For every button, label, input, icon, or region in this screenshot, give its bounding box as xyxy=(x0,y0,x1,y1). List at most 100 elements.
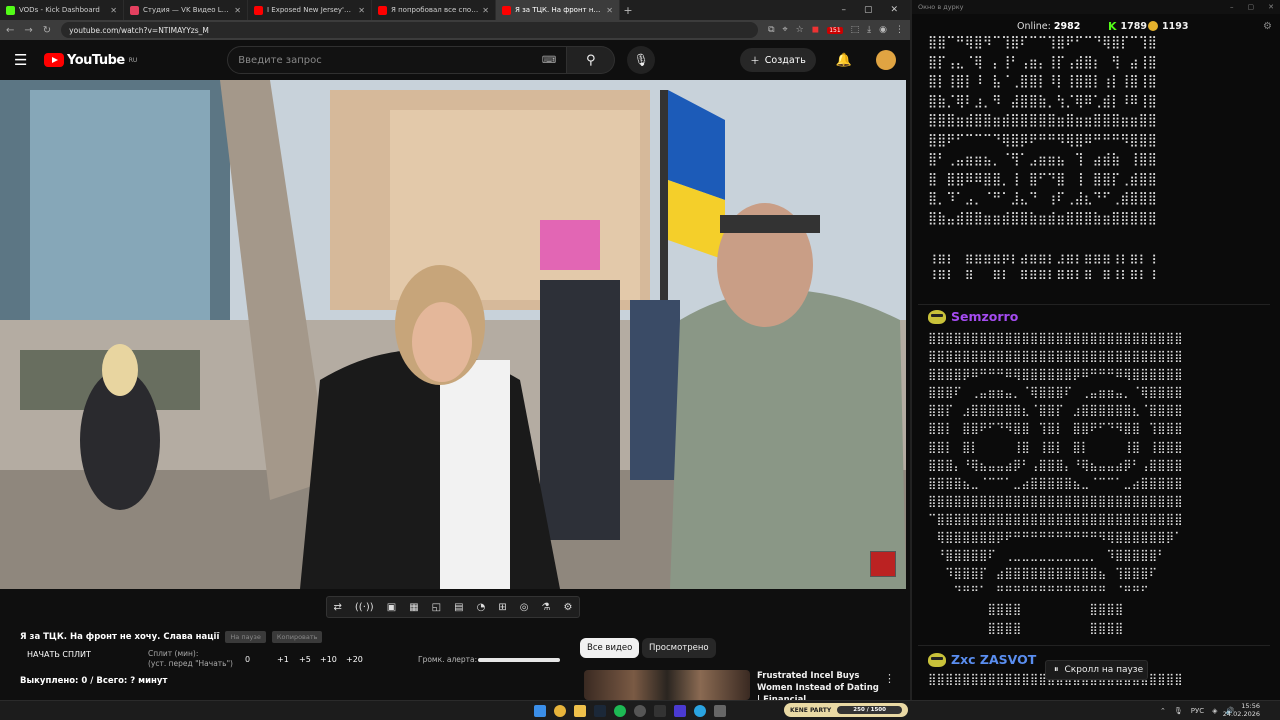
extension-badge[interactable]: 151 xyxy=(827,26,843,34)
address-bar: ← → ↻ youtube.com/watch?v=NTIMAYYzs_M ⧉ … xyxy=(0,20,910,40)
translate-icon[interactable]: ⌖ xyxy=(783,25,788,35)
tab-favicon xyxy=(502,5,511,15)
chat-username[interactable]: Semzorro xyxy=(951,309,1018,324)
create-button[interactable]: ＋ Создать xyxy=(740,48,816,72)
voice-search-button[interactable]: 🎙 xyxy=(627,46,656,74)
picture-in-picture-icon[interactable]: ◱ xyxy=(432,602,441,613)
recommendation-thumbnail[interactable] xyxy=(584,670,750,700)
spotify-icon[interactable] xyxy=(614,704,626,717)
steam-icon[interactable] xyxy=(594,704,606,717)
video-player[interactable] xyxy=(0,80,906,589)
chat-window-controls: – ▢ ✕ xyxy=(1230,3,1274,11)
close-icon[interactable]: ✕ xyxy=(606,6,613,15)
avatar[interactable] xyxy=(876,50,896,70)
tab-favicon xyxy=(254,5,263,15)
coin-icon xyxy=(1148,21,1158,31)
keyboard-icon[interactable]: ⌨ xyxy=(542,55,556,66)
user-badge-icon xyxy=(928,309,946,324)
subtitles-icon[interactable]: ▤ xyxy=(454,602,463,613)
tab-favicon xyxy=(130,5,139,15)
close-window-button[interactable]: ✕ xyxy=(890,5,898,15)
close-icon[interactable]: ✕ xyxy=(482,6,489,15)
close-icon[interactable]: ✕ xyxy=(358,6,365,15)
cast-icon[interactable]: ⧉ xyxy=(768,25,774,35)
filter-all-videos[interactable]: Все видео xyxy=(580,638,640,658)
add-20-button[interactable]: +20 xyxy=(346,655,363,664)
menu-kebab-icon[interactable]: ⋮ xyxy=(895,25,904,35)
settings-icon[interactable]: ⚙ xyxy=(1263,21,1272,32)
download-icon[interactable]: ⤓ xyxy=(867,25,871,35)
notifications-bell-icon[interactable]: 🔔 xyxy=(836,53,852,68)
browser-window: VODs - Kick Dashboard ✕ Студия — VK Видео… xyxy=(0,0,910,705)
desktop: VODs - Kick Dashboard ✕ Студия — VK Видео… xyxy=(0,0,1280,720)
start-icon[interactable] xyxy=(534,704,546,717)
close-window-button[interactable]: ✕ xyxy=(1268,3,1274,11)
chat-message-header: Semzorro xyxy=(928,309,1276,324)
network-icon[interactable]: ◈ xyxy=(1212,707,1217,715)
add-5-button[interactable]: +5 xyxy=(299,655,311,664)
browser-tab[interactable]: I Exposed New Jersey's Jewish✕ xyxy=(248,0,372,20)
maximize-button[interactable]: ▢ xyxy=(1248,3,1255,11)
minimize-button[interactable]: – xyxy=(1230,3,1234,11)
gear-icon[interactable]: ⚙ xyxy=(563,602,572,613)
reload-icon[interactable]: ↻ xyxy=(43,25,51,36)
add-1-button[interactable]: +1 xyxy=(277,655,289,664)
minimize-button[interactable]: – xyxy=(841,5,846,15)
search-button[interactable]: ⚲ xyxy=(567,46,616,74)
chrome-icon[interactable] xyxy=(554,704,566,717)
search-bar: Введите запрос ⌨ ⚲ 🎙 xyxy=(227,46,656,74)
forward-icon[interactable]: → xyxy=(24,25,32,36)
add-10-button[interactable]: +10 xyxy=(320,655,337,664)
camera-icon[interactable]: ◎ xyxy=(520,602,529,613)
hamburger-menu-icon[interactable]: ☰ xyxy=(14,51,34,69)
url-text: youtube.com/watch?v=NTIMAYYzs_M xyxy=(69,25,209,35)
media-icon[interactable] xyxy=(674,704,686,717)
obs-icon[interactable] xyxy=(634,704,646,717)
search-input[interactable]: Введите запрос ⌨ xyxy=(227,46,568,74)
browser-tab-active[interactable]: Я за ТЦК. На фронт не хочу. С✕ xyxy=(496,0,620,20)
youtube-logo[interactable]: YouTube RU xyxy=(44,53,137,68)
language-indicator[interactable]: РУС xyxy=(1191,707,1204,715)
chat-message: Semzorro ⣿⣿⣿⣿⣿⣿⣿⣿⣿⣿⣿⣿⣿⣿⣿⣿⣿⣿⣿⣿⣿⣿⣿⣿⣿⣿⣿⣿⣿⣿ … xyxy=(928,309,1276,637)
start-split-button[interactable]: НАЧАТЬ СПЛИТ xyxy=(27,650,91,659)
alert-volume-slider[interactable] xyxy=(478,658,560,662)
chevron-up-icon[interactable]: ⌃ xyxy=(1160,707,1166,715)
browser-tab[interactable]: VODs - Kick Dashboard ✕ xyxy=(0,0,124,20)
url-field[interactable]: youtube.com/watch?v=NTIMAYYzs_M xyxy=(61,22,759,38)
filmstrip-icon[interactable]: ▦ xyxy=(409,602,418,613)
new-tab-button[interactable]: + xyxy=(620,4,636,17)
broadcast-icon[interactable]: ((·)) xyxy=(355,602,374,613)
split-minutes-value[interactable]: 0 xyxy=(245,655,250,664)
maximize-button[interactable]: ▢ xyxy=(864,5,873,15)
filter-watched[interactable]: Просмотрено xyxy=(642,638,716,658)
more-options-icon[interactable]: ⋮ xyxy=(884,672,895,685)
microphone-icon[interactable]: 🎙 xyxy=(1174,707,1183,715)
app-icon[interactable] xyxy=(714,704,726,717)
telegram-icon[interactable] xyxy=(694,704,706,717)
pause-chip[interactable]: На паузе xyxy=(225,631,266,643)
flask-icon[interactable]: ⚗ xyxy=(542,602,551,613)
extension-icon[interactable]: ◼ xyxy=(812,25,819,35)
close-icon[interactable]: ✕ xyxy=(110,6,117,15)
speed-icon[interactable]: ◔ xyxy=(477,602,486,613)
back-icon[interactable]: ← xyxy=(6,25,14,36)
puzzle-icon[interactable]: ⬚ xyxy=(851,25,860,35)
copy-chip[interactable]: Копировать xyxy=(271,631,323,643)
scroll-paused-button[interactable]: ⏸ Скролл на паузе xyxy=(1045,660,1148,680)
channel-watermark xyxy=(870,551,896,577)
clock[interactable]: 15:56 24.02.2026 xyxy=(1223,702,1260,718)
screen-record-icon[interactable]: ▣ xyxy=(387,602,396,613)
folder-icon[interactable] xyxy=(574,704,586,717)
browser-tab[interactable]: Я попробовал все способы б✕ xyxy=(372,0,496,20)
chat-message: ⣿⣿⠉⠛⢿⣿⠻⠉⢹⣿⠏⠉⠉⢹⣿⠟⠋⠉⠙⢿⣿⡏⠉⢹⣿ ⣿⡏⢠⣄⠈⢿⠀⡄⢸⠃⢠⣶⡄⢸… xyxy=(928,32,1276,286)
close-icon[interactable]: ✕ xyxy=(234,6,241,15)
add-icon[interactable]: ⊞ xyxy=(498,602,506,613)
loop-icon[interactable]: ⇄ xyxy=(334,602,342,613)
bookmark-star-icon[interactable]: ☆ xyxy=(796,25,804,35)
chat-username[interactable]: Zxc ZASVOT xyxy=(951,652,1036,667)
profile-icon[interactable]: ◉ xyxy=(879,25,887,35)
user-badge-icon xyxy=(928,652,946,667)
ascii-art: ⣿⣿⣿⣿⣿⣿⣿⣿⣿⣿⣿⣿⣿⣿⣿⣿⣿⣿⣿⣿⣿⣿⣿⣿⣿⣿⣿⣿⣿⣿ ⣿⣿⣿⣿⣿⣿⣿⣿⣿… xyxy=(928,331,1183,635)
app-icon[interactable] xyxy=(654,704,666,717)
browser-tab[interactable]: Студия — VK Видео Live ✕ xyxy=(124,0,248,20)
